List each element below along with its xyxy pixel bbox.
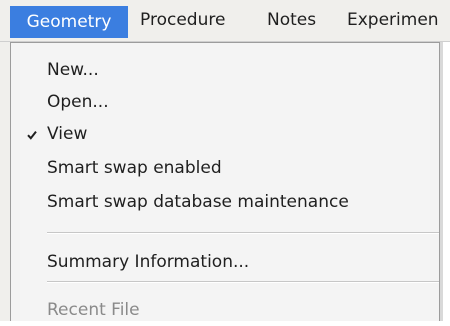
menu-item-recent-file-label: Recent File [47,300,140,320]
menu-item-smart-swap-enabled-label: Smart swap enabled [47,158,222,178]
menu-item-summary-information[interactable]: Summary Information... [11,247,439,278]
menu-item-smart-swap-database-maintenance-label: Smart swap database maintenance [47,192,349,212]
menu-item-open[interactable]: Open... [11,87,439,118]
geometry-dropdown-menu: New... Open... View Smart swap enabled S… [10,42,440,321]
menu-item-smart-swap-enabled[interactable]: Smart swap enabled [11,153,439,184]
menu-notes[interactable]: Notes [267,4,316,36]
menu-item-summary-information-label: Summary Information... [47,252,250,272]
menu-item-new[interactable]: New... [11,55,439,86]
menu-item-smart-swap-database-maintenance[interactable]: Smart swap database maintenance [11,187,439,218]
menu-procedure[interactable]: Procedure [140,4,225,36]
menu-item-view-label: View [47,124,88,144]
menu-bar: Geometry Procedure Notes Experimen [0,0,450,42]
menu-separator [47,232,439,234]
menu-item-new-label: New... [47,60,99,80]
window-background [440,42,450,321]
menu-separator [47,281,439,283]
menu-geometry[interactable]: Geometry [10,6,128,38]
menu-item-view[interactable]: View [11,119,439,150]
menu-experiment[interactable]: Experimen [347,4,439,36]
checkmark-icon [27,130,37,140]
window-edge [0,0,10,321]
menu-item-open-label: Open... [47,92,109,112]
menu-item-recent-file: Recent File [11,295,439,326]
